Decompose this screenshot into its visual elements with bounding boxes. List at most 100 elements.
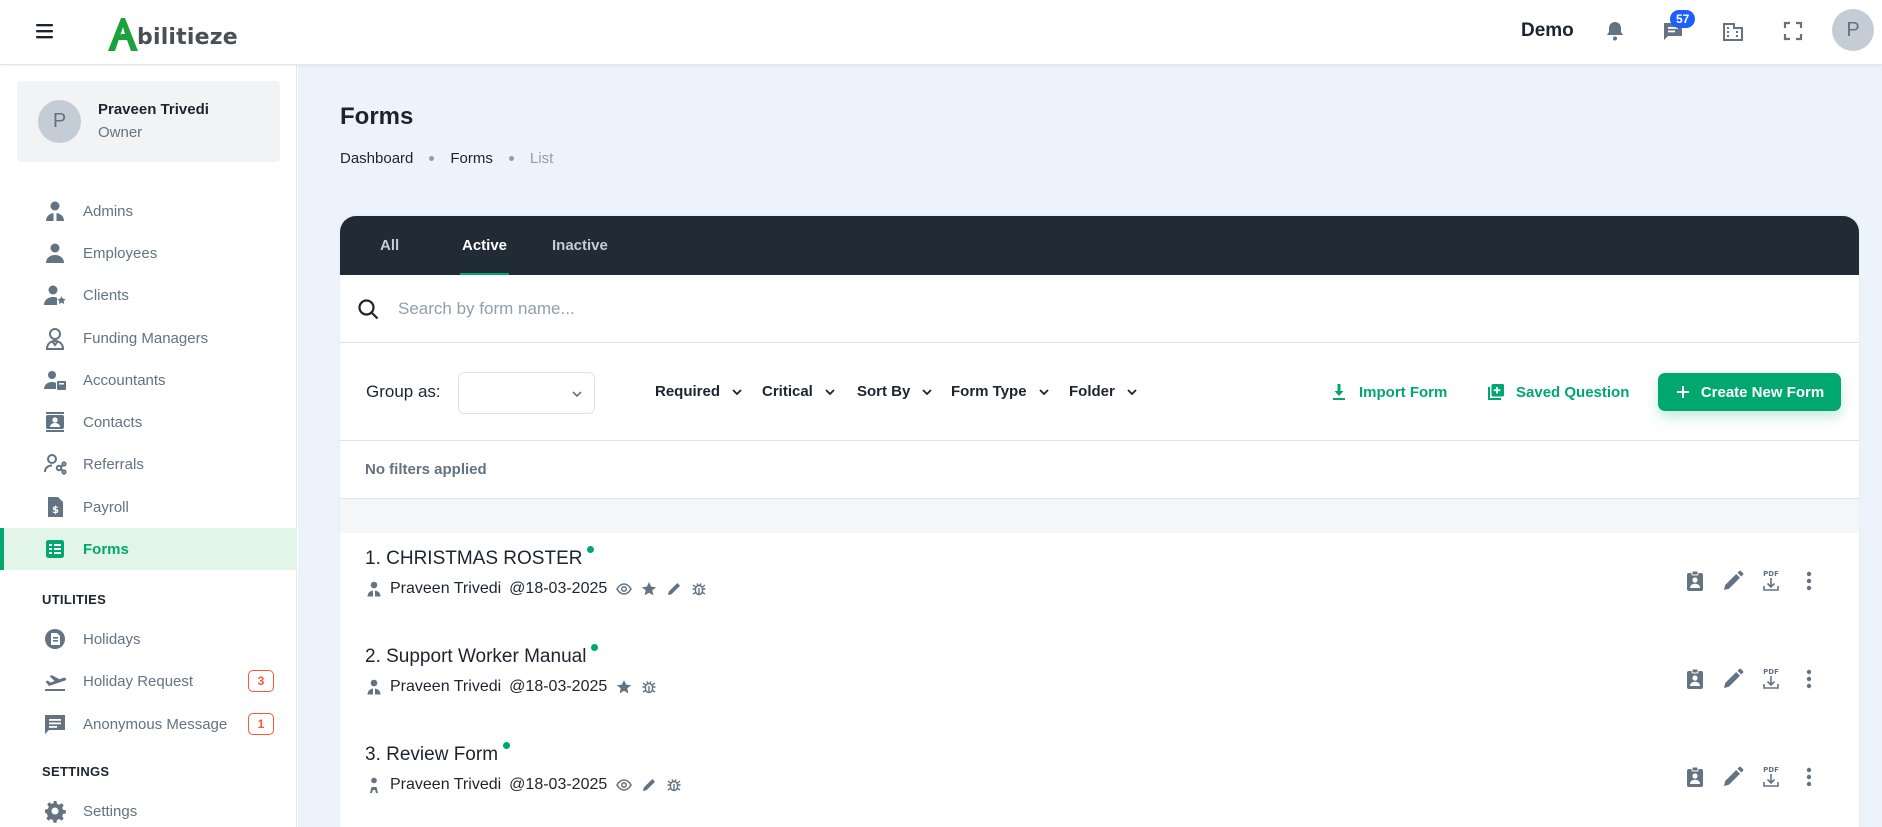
pdf-download-icon[interactable]: PDF (1759, 667, 1783, 691)
required-filter[interactable]: Required (655, 383, 744, 400)
client-icon (44, 285, 66, 305)
sidebar-item-label: Payroll (83, 498, 129, 516)
funding-manager-icon (45, 328, 65, 350)
workspace-name[interactable]: Demo (1521, 20, 1574, 42)
tab-active[interactable]: Active (459, 216, 510, 275)
filter-status-row: No filters applied (340, 441, 1859, 499)
forms-card: All Active Inactive Group as: Required C… (340, 216, 1859, 827)
list-item[interactable]: 1. CHRISTMAS ROSTER Praveen Trivedi @18-… (340, 533, 1859, 631)
form-type-filter-label: Form Type (951, 383, 1027, 400)
group-as-select[interactable] (458, 372, 595, 414)
search-bar (340, 275, 1859, 343)
breadcrumb-dashboard[interactable]: Dashboard (340, 150, 413, 167)
utilities-heading: UTILITIES (42, 592, 107, 607)
sidebar-item-forms[interactable]: Forms (0, 528, 297, 570)
folder-filter[interactable]: Folder (1069, 383, 1139, 400)
filter-status: No filters applied (365, 461, 487, 478)
pdf-download-icon[interactable]: PDF (1759, 569, 1783, 593)
sidebar-item-settings[interactable]: Settings (0, 790, 297, 827)
sidebar: P Praveen Trivedi Owner Admins Employees… (0, 65, 297, 827)
chevron-down-icon (825, 388, 835, 395)
message-icon (45, 715, 65, 734)
user-icon (367, 581, 381, 597)
form-date: @18-03-2025 (509, 776, 608, 793)
pencil-icon (643, 779, 656, 791)
breadcrumb: Dashboard Forms List (340, 150, 553, 167)
sidebar-item-payroll[interactable]: $ Payroll (0, 486, 297, 528)
sidebar-item-accountants[interactable]: Accountants (0, 359, 297, 401)
user-icon (370, 777, 378, 793)
plus-icon (1676, 386, 1689, 398)
group-as-label: Group as: (366, 382, 441, 401)
list-item[interactable]: 3. Review Form Praveen Trivedi @18-03-20… (340, 729, 1859, 827)
edit-icon[interactable] (1721, 765, 1745, 789)
critical-filter[interactable]: Critical (762, 383, 837, 400)
sidebar-item-employees[interactable]: Employees (0, 232, 297, 274)
more-options-icon[interactable] (1797, 765, 1821, 789)
sidebar-item-label: Accountants (83, 371, 166, 389)
chevron-down-icon (732, 388, 742, 395)
sidebar-item-label: Funding Managers (83, 329, 209, 347)
assign-icon[interactable] (1683, 569, 1707, 593)
tab-inactive[interactable]: Inactive (552, 216, 608, 275)
sidebar-item-anonymous-message[interactable]: Anonymous Message 1 (0, 703, 297, 745)
holidays-icon (45, 629, 65, 649)
star-icon (642, 582, 657, 596)
import-form-label: Import Form (1359, 383, 1448, 401)
organization-icon[interactable] (1721, 19, 1745, 43)
saved-question-label: Saved Question (1516, 383, 1630, 401)
svg-text:PDF: PDF (1763, 668, 1779, 676)
sort-by-filter[interactable]: Sort By (857, 383, 934, 400)
pdf-download-icon[interactable]: PDF (1759, 765, 1783, 789)
sidebar-item-referrals[interactable]: Referrals (0, 443, 297, 485)
list-item[interactable]: 2. Support Worker Manual Praveen Trivedi… (340, 631, 1859, 729)
create-new-form-button[interactable]: Create New Form (1658, 373, 1841, 411)
user-icon (367, 679, 381, 695)
edit-icon[interactable] (1721, 667, 1745, 691)
profile-card[interactable]: P Praveen Trivedi Owner (17, 81, 280, 162)
sidebar-item-holidays[interactable]: Holidays (0, 618, 297, 660)
profile-name: Praveen Trivedi (98, 101, 209, 118)
form-title[interactable]: 2. Support Worker Manual (365, 644, 599, 668)
form-title[interactable]: 3. Review Form (365, 742, 511, 766)
import-form-button[interactable]: Import Form (1329, 382, 1447, 402)
row-actions: PDF (1669, 667, 1821, 691)
saved-question-button[interactable]: Saved Question (1486, 382, 1629, 402)
menu-icon[interactable] (34, 20, 56, 42)
forms-icon (46, 540, 64, 558)
sidebar-item-admins[interactable]: Admins (0, 190, 297, 232)
active-status-dot (503, 742, 511, 749)
user-avatar[interactable]: P (1832, 9, 1874, 51)
sidebar-item-contacts[interactable]: Contacts (0, 401, 297, 443)
form-meta: Praveen Trivedi @18-03-2025 (365, 678, 657, 696)
brand-logo[interactable]: bilitieze (106, 12, 238, 52)
assign-icon[interactable] (1683, 765, 1707, 789)
bell-icon[interactable] (1603, 19, 1627, 43)
sidebar-item-label: Holiday Request (83, 672, 194, 690)
tab-bar: All Active Inactive (340, 216, 1859, 275)
form-author: Praveen Trivedi (390, 776, 502, 793)
form-type-filter[interactable]: Form Type (951, 383, 1051, 400)
sidebar-item-funding-managers[interactable]: Funding Managers (0, 317, 297, 359)
sidebar-item-clients[interactable]: Clients (0, 274, 297, 316)
fullscreen-icon[interactable] (1781, 19, 1805, 43)
chevron-down-icon (1127, 388, 1137, 395)
tab-all[interactable]: All (380, 216, 399, 275)
sidebar-item-label: Clients (83, 286, 129, 304)
filter-toolbar: Group as: Required Critical Sort By Form… (340, 343, 1859, 441)
breadcrumb-forms[interactable]: Forms (450, 150, 493, 167)
chat-count-badge: 57 (1670, 10, 1696, 28)
chevron-down-icon (1038, 388, 1049, 395)
contacts-icon (46, 412, 64, 432)
assign-icon[interactable] (1683, 667, 1707, 691)
sidebar-item-holiday-request[interactable]: Holiday Request 3 (0, 660, 297, 702)
form-title[interactable]: 1. CHRISTMAS ROSTER (365, 546, 595, 570)
more-options-icon[interactable] (1797, 569, 1821, 593)
form-author: Praveen Trivedi (390, 678, 502, 695)
edit-icon[interactable] (1721, 569, 1745, 593)
payroll-icon: $ (48, 497, 63, 517)
more-options-icon[interactable] (1797, 667, 1821, 691)
holiday-request-count: 3 (248, 670, 274, 692)
form-date: @18-03-2025 (509, 678, 608, 695)
search-input[interactable] (398, 289, 1798, 329)
